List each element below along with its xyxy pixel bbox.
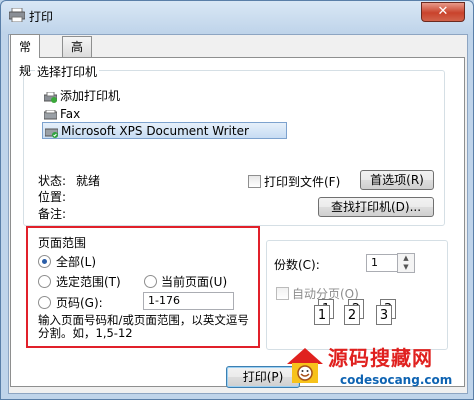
printer-item-label: 添加打印机 (60, 89, 121, 103)
fax-icon (43, 109, 58, 120)
collate-preview: 1 1 2 2 3 3 (300, 299, 420, 337)
print-to-file-checkbox[interactable] (248, 175, 261, 188)
all-pages-label: 全部(L) (56, 255, 97, 269)
collate-page: 2 (344, 305, 360, 325)
copies-input[interactable]: 1 (366, 254, 400, 272)
find-printer-button[interactable]: 查找打印机(D)... (318, 197, 434, 217)
printer-item-label: Microsoft XPS Document Writer (61, 124, 249, 138)
preferences-button[interactable]: 首选项(R) (360, 170, 434, 190)
current-page-radio[interactable] (144, 275, 157, 288)
tab-advanced[interactable]: 高级 (62, 36, 93, 74)
window-title: 打印 (29, 10, 54, 24)
xps-printer-icon (44, 126, 59, 138)
printer-item-xps[interactable]: Microsoft XPS Document Writer (42, 122, 287, 139)
status-label: 状态: (38, 174, 67, 188)
collate-page: 3 (376, 305, 392, 325)
spin-up-icon[interactable]: ▲ (398, 254, 414, 263)
add-printer-icon (43, 91, 58, 103)
status-value: 就绪 (76, 174, 101, 188)
page-range-hint: 输入页面号码和/或页面范围，以英文逗号分割。如，1,5-12 (38, 313, 249, 340)
tab-general[interactable]: 常规 (10, 34, 41, 78)
printer-item-fax[interactable]: Fax (42, 106, 287, 123)
comment-label: 备注: (38, 207, 67, 221)
page-numbers-label: 页码(G): (56, 296, 103, 310)
copies-label: 份数(C): (274, 258, 320, 272)
close-button[interactable]: ✕ (421, 2, 465, 22)
watermark: 源码搜藏网 codesocang.com (283, 340, 474, 400)
collate-page: 1 (314, 305, 330, 325)
copies-spinner[interactable]: ▲ ▼ (397, 253, 415, 273)
all-pages-radio[interactable] (38, 255, 51, 268)
selection-radio[interactable] (38, 275, 51, 288)
title-bar[interactable]: 打印 ✕ (1, 1, 473, 31)
location-label: 位置: (38, 190, 67, 204)
collate-checkbox[interactable] (276, 287, 289, 300)
page-numbers-input[interactable]: 1-176 (143, 292, 234, 310)
selection-label: 选定范围(T) (56, 275, 121, 289)
print-to-file-label: 打印到文件(F) (264, 175, 341, 189)
watermark-text: 源码搜藏网 (328, 346, 433, 370)
printer-item-add[interactable]: 添加打印机 (42, 88, 287, 105)
close-icon: ✕ (437, 4, 449, 19)
printer-icon (8, 7, 26, 23)
spin-down-icon[interactable]: ▼ (398, 263, 414, 272)
printer-list[interactable]: 添加打印机 Fax Microsoft XPS Document Writer (42, 88, 289, 140)
printer-group-label: 选择打印机 (35, 63, 100, 80)
page-range-label: 页面范围 (38, 236, 87, 250)
printer-item-label: Fax (60, 107, 81, 121)
house-logo-icon (283, 342, 327, 391)
watermark-url: codesocang.com (340, 373, 453, 387)
page-numbers-radio[interactable] (38, 296, 51, 309)
current-page-label: 当前页面(U) (161, 275, 228, 289)
